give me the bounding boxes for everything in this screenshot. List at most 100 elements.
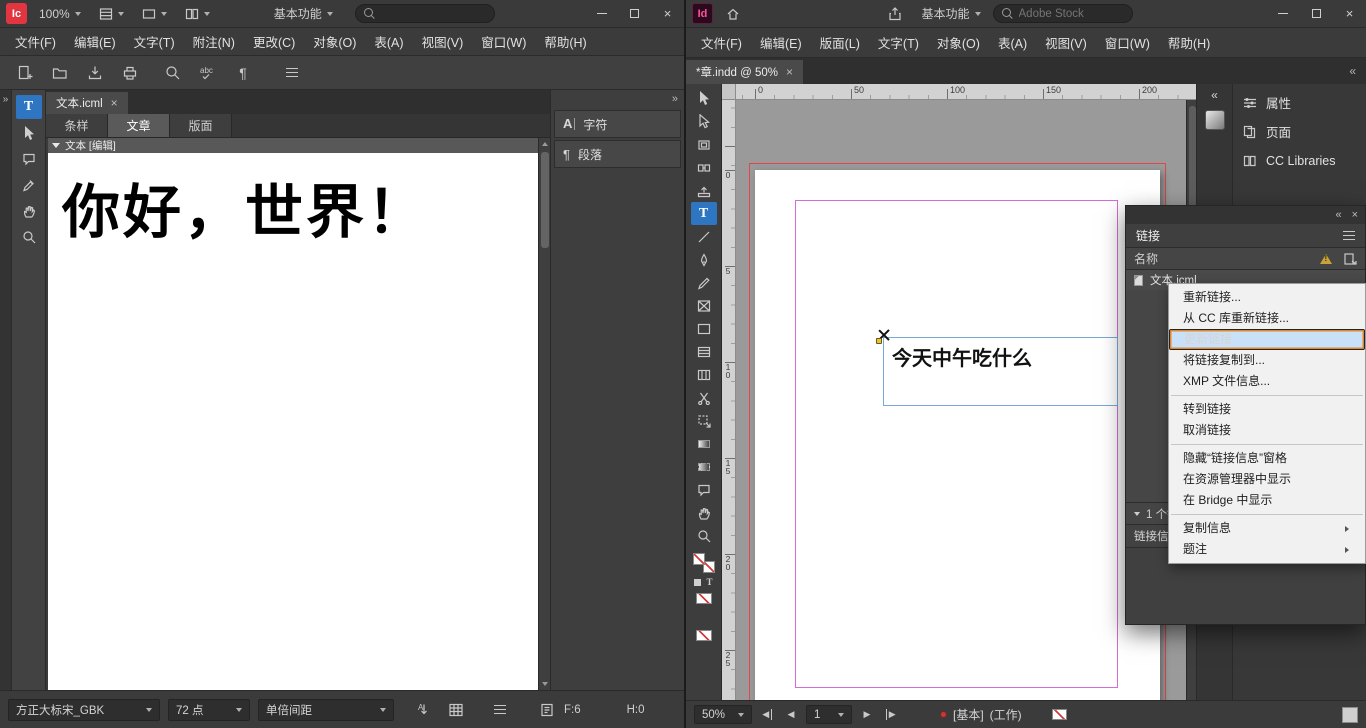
menu-item-xmp-file-info[interactable]: XMP 文件信息... [1169,371,1365,392]
zoom-level-dropdown[interactable]: 100% [33,5,87,23]
print-button[interactable] [121,63,139,83]
page-number-select[interactable]: 1 [806,705,852,724]
font-size-select[interactable]: 72 点 [168,698,250,721]
next-page-button[interactable]: ▶ [858,706,876,724]
horizontal-grid-tool[interactable] [691,340,717,363]
menu-item-hide-link-info[interactable]: 隐藏“链接信息”窗格 [1169,448,1365,469]
panel-menu-icon[interactable] [1343,231,1355,240]
menu-item-go-to-link[interactable]: 转到链接 [1169,399,1365,420]
vertical-scrollbar[interactable] [538,138,550,690]
note-tool[interactable] [16,147,42,171]
scissors-tool[interactable] [691,386,717,409]
menu-help[interactable]: 帮助(H) [1159,33,1219,52]
galley-area[interactable]: 你好，世界！ [48,153,538,690]
menu-changes[interactable]: 更改(C) [244,32,304,51]
linked-text-frame[interactable]: 今天中午吃什么 [883,337,1118,406]
save-button[interactable] [86,63,104,83]
collapse-dock-icon[interactable]: « [1349,64,1356,78]
menu-item-update-link[interactable]: 更新链接 [1169,329,1365,350]
share-button[interactable] [881,4,909,24]
rectangle-frame-tool[interactable] [691,294,717,317]
links-tab[interactable]: 链接 [1136,227,1160,244]
type-tool[interactable]: T [15,95,42,119]
menu-object[interactable]: 对象(O) [928,33,989,52]
position-tool[interactable] [16,121,42,145]
chevron-down-icon[interactable] [1134,511,1140,516]
first-page-button[interactable]: ◀ [758,706,776,724]
show-hidden-characters-button[interactable]: ¶ [234,63,252,83]
collapse-panel-icon[interactable]: « [1335,209,1341,221]
apply-none-swatch[interactable] [695,630,712,641]
new-document-button[interactable] [16,63,34,83]
pencil-tool[interactable] [691,271,717,294]
close-button[interactable]: × [651,0,684,27]
text-format-icon[interactable]: T [706,577,712,587]
zoom-tool[interactable] [691,524,717,547]
properties-panel-button[interactable]: 属性 [1233,88,1366,117]
search-field[interactable] [354,4,495,23]
rectangle-tool[interactable] [691,317,717,340]
type-tool[interactable]: T [690,202,717,225]
menu-view[interactable]: 视图(V) [413,32,473,51]
vertical-grid-tool[interactable] [691,363,717,386]
menu-file[interactable]: 文件(F) [692,33,751,52]
document-tab[interactable]: 文本.icml × [46,92,128,114]
name-column-header[interactable]: 名称 [1134,250,1158,267]
menu-item-copy-link-to[interactable]: 将链接复制到... [1169,350,1365,371]
ruler-origin-box[interactable] [722,84,736,100]
free-transform-tool[interactable] [691,409,717,432]
frame-text[interactable]: 今天中午吃什么 [884,338,1117,371]
menu-item-captions[interactable]: 题注 [1169,539,1365,560]
menu-file[interactable]: 文件(F) [6,32,65,51]
stock-search-field[interactable] [992,4,1133,23]
pasteboard-canvas[interactable]: 今天中午吃什么 [736,100,1186,700]
menu-item-reveal-in-bridge[interactable]: 在 Bridge 中显示 [1169,490,1365,511]
workspace-switcher[interactable]: 基本功能 [268,3,339,24]
story-text[interactable]: 你好，世界！ [48,153,538,249]
menu-window[interactable]: 窗口(W) [1096,33,1159,52]
minimize-button[interactable] [1267,0,1300,27]
close-panel-icon[interactable]: × [1352,209,1358,221]
tab-story[interactable]: 文章 [108,114,170,137]
content-collector-tool[interactable] [691,179,717,202]
gradient-swatch-tool[interactable] [691,432,717,455]
fill-swatch[interactable] [692,553,705,565]
stock-search-input[interactable] [1018,7,1124,20]
menu-table[interactable]: 表(A) [989,33,1036,52]
screen-mode-dropdown[interactable] [136,5,173,23]
open-button[interactable] [51,63,69,83]
leading-select[interactable]: 单倍间距 [258,698,394,721]
fill-stroke-swatches[interactable] [692,553,715,573]
menu-edit[interactable]: 编辑(E) [65,32,125,51]
menu-item-relink-from-cc[interactable]: 从 CC 库重新链接... [1169,308,1365,329]
scrollbar-thumb[interactable] [541,152,549,248]
character-panel-button[interactable]: A 字符 [554,110,681,138]
last-page-button[interactable]: ▶ [882,706,900,724]
eyedropper-tool[interactable] [16,173,42,197]
menu-item-reveal-in-explorer[interactable]: 在资源管理器中显示 [1169,469,1365,490]
menu-help[interactable]: 帮助(H) [535,32,595,51]
toolbar-menu-button[interactable] [283,63,301,83]
apply-none-button[interactable] [695,593,712,604]
spellcheck-button[interactable]: abc [199,63,217,83]
preflight-profile[interactable]: [基本] [953,706,984,723]
previous-page-button[interactable]: ◀ [782,706,800,724]
relink-icon[interactable] [1343,252,1357,266]
menu-view[interactable]: 视图(V) [1036,33,1096,52]
maximize-button[interactable] [618,0,651,27]
find-button[interactable] [164,63,182,83]
selection-tool[interactable] [691,87,717,110]
menu-notes[interactable]: 附注(N) [184,32,244,51]
pen-tool[interactable] [691,248,717,271]
arrange-documents-dropdown[interactable] [179,5,216,23]
story-separator-bar[interactable]: 文本 [编辑] [48,138,538,153]
page-tool[interactable] [691,133,717,156]
pages-panel-button[interactable]: 页面 [1233,117,1366,146]
minimize-button[interactable] [585,0,618,27]
menu-table[interactable]: 表(A) [365,32,412,51]
horizontal-ruler[interactable]: 0 50 100 150 200 [722,84,1196,100]
note-tool[interactable] [691,478,717,501]
close-button[interactable]: × [1333,0,1366,27]
collapse-dock-icon[interactable]: » [672,93,678,105]
maximize-button[interactable] [1300,0,1333,27]
